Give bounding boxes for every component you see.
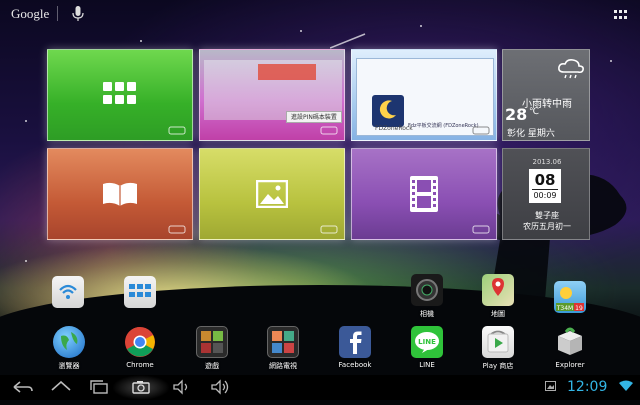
volume-down-icon[interactable] [171,379,193,395]
google-search-logo[interactable]: Google [11,6,49,22]
resize-handle-icon[interactable] [472,225,490,234]
star [610,60,612,62]
grid-icon [103,82,136,104]
line-icon: LINE [411,326,443,358]
search-divider [57,6,58,21]
calendar-zodiac: 雙子座 [535,211,559,220]
navigation-bar: 12:09 [0,375,640,400]
top-bar: Google [0,0,640,28]
notification-gallery-icon[interactable] [545,381,556,391]
status-clock[interactable]: 12:09 [567,379,607,395]
back-icon[interactable] [12,379,34,395]
tv-folder-icon [267,326,299,358]
calendar-clock-widget[interactable]: 2013.06 08 00:09 雙子座 农历五月初一 [502,148,590,240]
app-line[interactable]: LINE LINE [392,326,462,369]
wifi-icon [59,284,77,299]
app-label: Chrome [126,361,154,369]
webpage-caption: Fdz平板交流網 (FDZoneRock) [408,123,479,129]
open-book-icon [103,182,137,206]
play-store-icon [482,326,514,358]
microphone-icon[interactable] [72,6,84,22]
app-label: 瀏覽器 [58,362,80,370]
app-explorer[interactable]: Explorer [535,326,605,369]
app-label: 相機 [420,310,434,318]
app-tv-folder[interactable]: 網路電視 [248,326,318,371]
calendar-lunar-date: 农历五月初一 [523,222,571,231]
books-tile[interactable] [47,148,193,240]
calendar-month: 2013.06 [532,158,562,166]
calendar-divider [532,189,558,190]
browser-preview-tile[interactable]: 進設PIN碼本裝置 [199,49,345,141]
weather-app-icon: T34M 19 [554,281,586,313]
app-games-folder[interactable]: 遊戲 [177,326,247,371]
app-label: Play 商店 [482,362,514,370]
app-camera[interactable]: 相機 [392,274,462,319]
video-tile[interactable] [351,148,497,240]
star [140,40,142,42]
rain-cloud-icon [558,59,584,79]
app-label: LINE [419,361,435,369]
browser-thumbnail-banner [258,64,316,80]
app-weather[interactable]: T34M 19 [535,281,605,316]
svg-text:LINE: LINE [418,338,436,346]
resize-handle-icon[interactable] [168,126,186,135]
weather-badge-top: T34M [556,305,573,312]
settings-widget[interactable] [124,276,156,308]
recent-apps-icon[interactable] [89,379,111,395]
app-label: 遊戲 [205,362,219,370]
fdzone-logo [372,95,404,127]
film-strip-icon [410,176,438,212]
map-icon [482,274,514,306]
quick-settings-icon [129,284,151,297]
volume-up-icon[interactable] [209,379,231,395]
app-maps[interactable]: 地圖 [463,274,533,319]
resize-handle-icon[interactable] [168,225,186,234]
weather-badge-bottom: 19 [575,305,583,312]
all-apps-icon[interactable] [614,10,628,20]
weather-location-day: 彰化 星期六 [507,129,555,139]
screenshot-camera-icon[interactable] [130,379,152,395]
app-label: Facebook [338,361,372,369]
games-folder-icon [196,326,228,358]
resize-handle-icon[interactable] [320,225,338,234]
app-facebook[interactable]: Facebook [320,326,390,369]
camera-icon [411,274,443,306]
home-icon[interactable] [50,379,72,395]
shooting-star [330,33,366,49]
browser-dialog: 進設PIN碼本裝置 [286,111,342,123]
chrome-icon [124,326,156,358]
webpage-preview-tile[interactable]: FDZoneRock Fdz平板交流網 (FDZoneRock) [351,49,497,141]
app-label: 網路電視 [269,362,297,370]
globe-icon [53,326,85,358]
star [25,260,27,262]
calendar-day: 08 [534,171,556,189]
resize-handle-icon[interactable] [472,126,490,135]
resize-handle-icon[interactable] [320,126,338,135]
gallery-tile[interactable] [199,148,345,240]
apps-tile[interactable] [47,49,193,141]
app-browser[interactable]: 瀏覽器 [34,326,104,371]
weather-widget[interactable]: 小雨转中雨 28 ℃ 彰化 星期六 [502,49,590,141]
facebook-icon [339,326,371,358]
calendar-date-box: 08 00:09 [529,169,561,203]
app-label: Explorer [555,361,585,369]
weather-temperature: 28 [505,105,528,124]
calendar-time: 00:09 [533,191,557,200]
app-label: 地圖 [491,310,505,318]
explorer-box-icon [554,326,586,358]
wifi-toggle-widget[interactable] [52,276,84,308]
app-chrome[interactable]: Chrome [105,326,175,369]
picture-icon [256,180,288,208]
app-play-store[interactable]: Play 商店 [463,326,533,371]
weather-unit: ℃ [529,107,540,117]
star [25,120,27,122]
wifi-signal-icon [619,380,633,391]
star [300,30,302,32]
